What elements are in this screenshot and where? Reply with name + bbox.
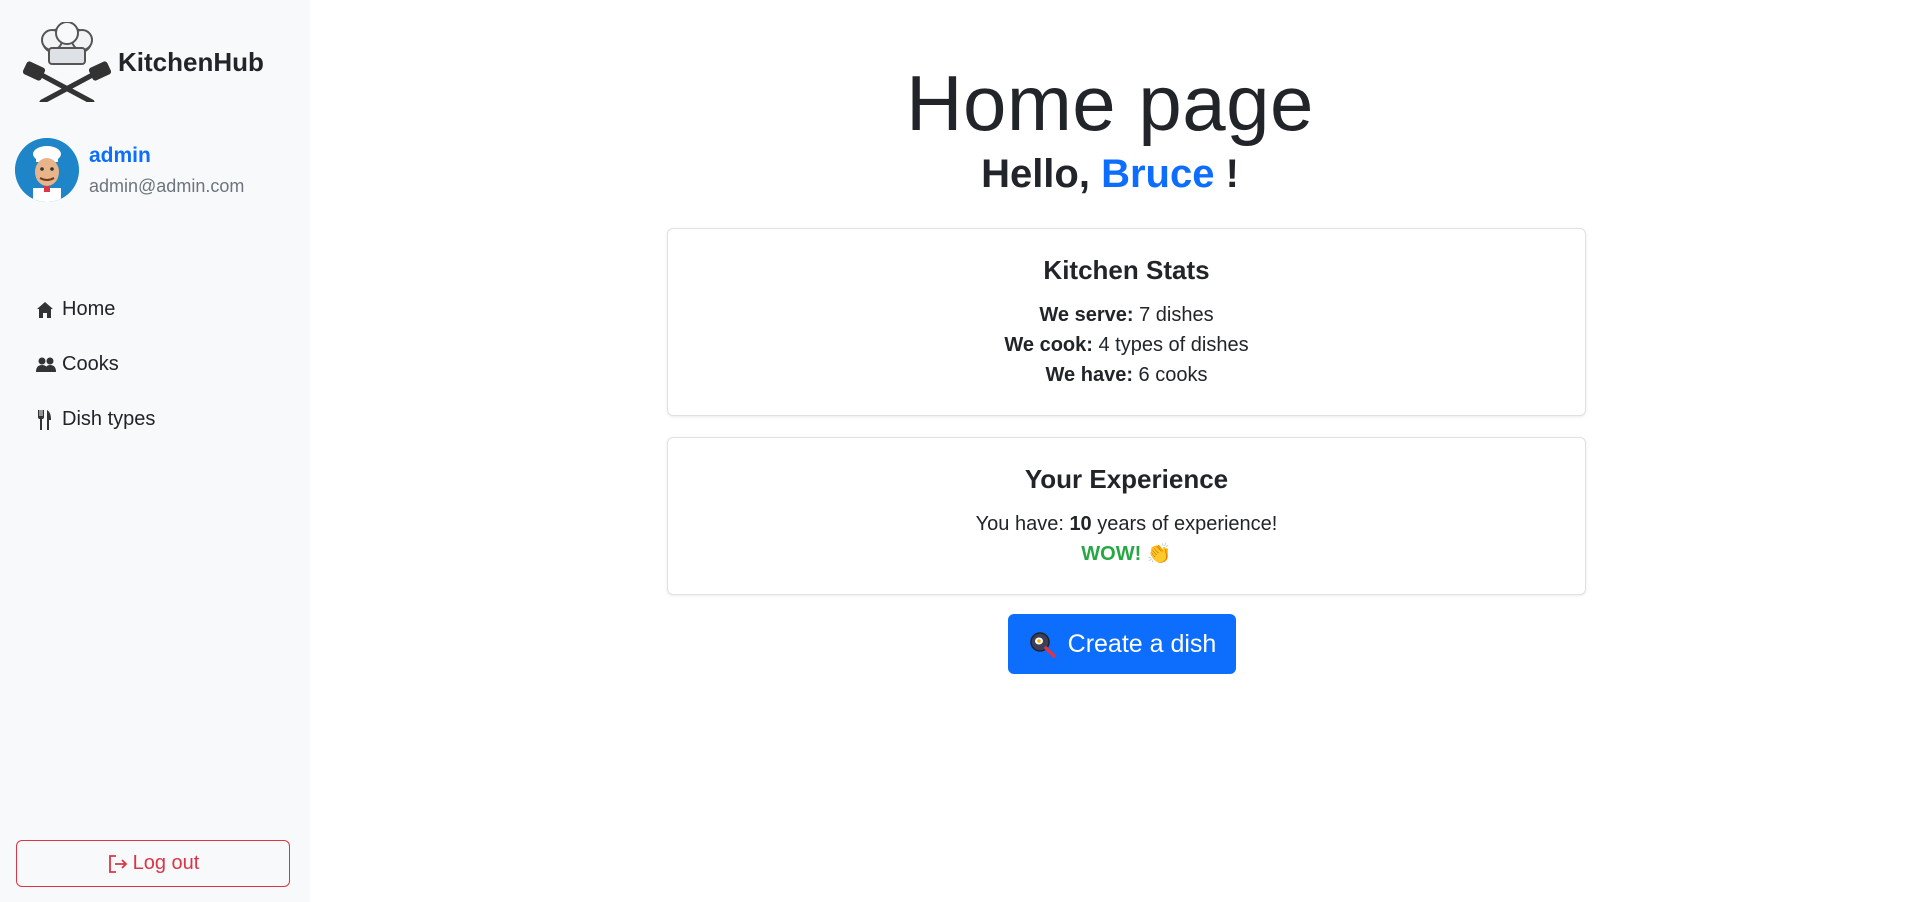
create-dish-label: Create a dish [1067, 629, 1217, 658]
stat-value: 6 cooks [1132, 364, 1208, 386]
sidebar-nav: Home Cooks Dish types [36, 282, 155, 447]
stat-serve: We serve: 7 dishes [668, 300, 1585, 330]
user-email: admin@admin.com [89, 175, 245, 196]
greeting-name: Bruce [1101, 152, 1215, 196]
sidebar-item-dish-types[interactable]: Dish types [36, 392, 155, 447]
people-icon [36, 355, 56, 375]
stat-have: We have: 6 cooks [668, 360, 1585, 390]
wow-line: WOW! 👏 [668, 539, 1585, 569]
stat-label: We cook: [1004, 334, 1093, 356]
user-info: admin admin@admin.com [89, 144, 244, 197]
user-profile: admin admin@admin.com [15, 138, 244, 202]
frying-pan-icon [1028, 630, 1056, 658]
logout-button[interactable]: Log out [16, 840, 290, 887]
stat-label: We serve: [1039, 304, 1134, 326]
main-content: Home page Hello, Bruce ! Kitchen Stats W… [310, 0, 1910, 902]
logout-icon [107, 853, 129, 875]
chef-hat-logo-icon [22, 21, 112, 105]
stat-value: 7 dishes [1133, 304, 1214, 326]
brand[interactable]: KitchenHub [22, 21, 264, 105]
experience-text: You have: 10 years of experience! [668, 509, 1585, 539]
app-root: KitchenHub admin admin@admin.com Home Co… [0, 0, 1910, 902]
experience-prefix: You have: [975, 513, 1070, 535]
sidebar-item-label: Cooks [62, 353, 119, 375]
stat-cook: We cook: 4 types of dishes [668, 330, 1585, 360]
house-icon [36, 300, 56, 320]
wow-text: WOW! [1081, 543, 1142, 565]
experience-card: Your Experience You have: 10 years of ex… [667, 437, 1586, 595]
brand-name: KitchenHub [118, 46, 264, 77]
sidebar-item-home[interactable]: Home [36, 282, 155, 337]
avatar [15, 138, 79, 202]
card-title: Your Experience [1024, 464, 1229, 494]
stats-lines: We serve: 7 dishes We cook: 4 types of d… [668, 300, 1585, 390]
experience-suffix: years of experience! [1091, 513, 1278, 535]
sidebar-item-cooks[interactable]: Cooks [36, 337, 155, 392]
utensils-icon [36, 409, 56, 430]
create-dish-button[interactable]: Create a dish [1008, 614, 1236, 674]
stat-value: 4 types of dishes [1092, 334, 1249, 356]
greeting-suffix: ! [1214, 152, 1239, 196]
greeting: Hello, Bruce ! [310, 152, 1910, 197]
stat-label: We have: [1045, 364, 1133, 386]
kitchen-stats-card: Kitchen Stats We serve: 7 dishes We cook… [667, 228, 1586, 416]
clap-icon: 👏 [1146, 543, 1172, 565]
logout-label: Log out [132, 852, 200, 874]
sidebar-item-label: Dish types [62, 408, 156, 430]
card-title: Kitchen Stats [1043, 255, 1210, 285]
sidebar: KitchenHub admin admin@admin.com Home Co… [0, 0, 310, 902]
username-link[interactable]: admin [89, 144, 244, 168]
page-title: Home page [906, 59, 1314, 147]
experience-years: 10 [1069, 513, 1092, 535]
sidebar-item-label: Home [62, 298, 116, 320]
greeting-prefix: Hello, [981, 152, 1102, 196]
experience-lines: You have: 10 years of experience! WOW! 👏 [668, 509, 1585, 569]
